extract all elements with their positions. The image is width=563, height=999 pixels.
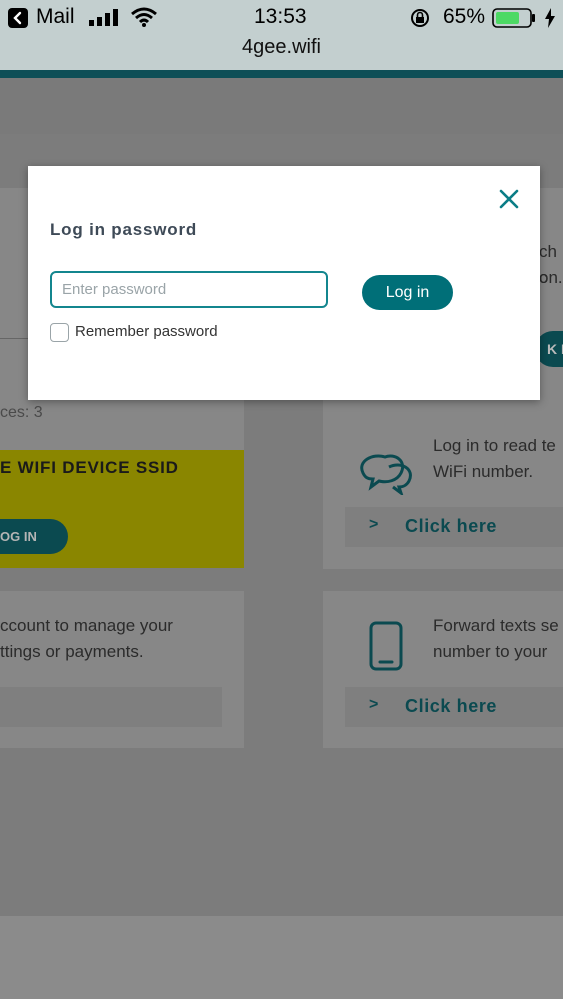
forward-click-row[interactable]: > Click here <box>345 687 563 727</box>
charging-bolt-icon <box>544 8 556 34</box>
url-text: 4gee.wifi <box>242 36 321 58</box>
header-stripe <box>0 70 563 78</box>
forward-card: Forward texts se number to your > Click … <box>323 591 563 748</box>
texts-card: Log in to read te WiFi number. > Click h… <box>323 411 563 569</box>
status-bar: Mail 13:53 65% <box>0 0 563 34</box>
password-input[interactable] <box>50 271 328 308</box>
rotation-lock-icon <box>410 8 430 34</box>
back-app-label[interactable]: Mail <box>36 5 75 29</box>
ssid-banner: E WIFI DEVICE SSID OG IN <box>0 450 244 568</box>
chevron-right-icon: > <box>369 516 379 533</box>
page-header <box>0 78 563 134</box>
remember-label: Remember password <box>75 323 218 340</box>
phone-icon <box>369 621 403 676</box>
login-button[interactable]: Log in <box>362 275 453 310</box>
modal-title: Log in password <box>50 220 198 239</box>
close-icon[interactable] <box>496 186 522 212</box>
devices-count-partial: ces: 3 <box>0 404 43 421</box>
texts-click-row[interactable]: > Click here <box>345 507 563 547</box>
wifi-icon <box>131 7 157 33</box>
speech-bubbles-icon <box>357 451 417 500</box>
url-bar[interactable]: 4gee.wifi <box>0 34 563 70</box>
login-modal: Log in password Log in Remember password <box>28 166 540 400</box>
ssid-heading-partial: E WIFI DEVICE SSID <box>0 458 179 477</box>
forward-card-line2: number to your <box>433 642 548 661</box>
chevron-right-icon: > <box>369 696 379 713</box>
back-chevron-icon[interactable] <box>8 8 28 34</box>
page-footer <box>0 916 563 999</box>
forward-click-link[interactable]: Click here <box>405 696 497 717</box>
info-text-partial-2: on. <box>539 268 563 287</box>
remember-checkbox[interactable] <box>50 323 69 342</box>
battery-icon <box>492 8 540 34</box>
signal-icon <box>89 9 119 33</box>
account-click-row[interactable] <box>0 687 222 727</box>
texts-click-link[interactable]: Click here <box>405 516 497 537</box>
ssid-login-button[interactable]: OG IN <box>0 519 68 554</box>
forward-card-line1: Forward texts se <box>433 616 559 635</box>
texts-card-line2: WiFi number. <box>433 462 534 481</box>
account-card: ccount to manage your ttings or payments… <box>0 591 244 748</box>
battery-percent: 65% <box>443 5 486 28</box>
clock: 13:53 <box>254 5 307 28</box>
texts-card-line1: Log in to read te <box>433 436 556 455</box>
account-card-line2: ttings or payments. <box>0 642 144 661</box>
account-card-line1: ccount to manage your <box>0 616 173 635</box>
